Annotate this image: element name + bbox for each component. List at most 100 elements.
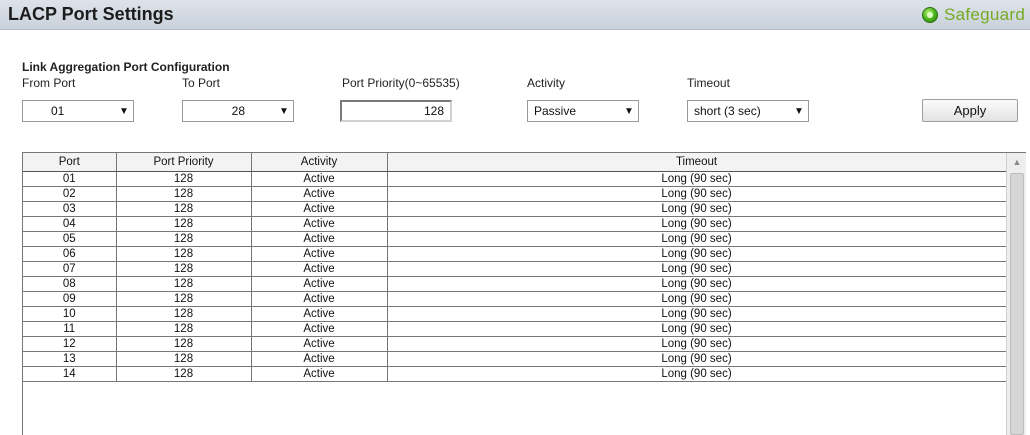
chevron-down-icon: ▼ [279, 105, 289, 117]
table-row: 12 128 Active Long (90 sec) [23, 336, 1007, 352]
activity-cell: Active [251, 336, 388, 352]
activity-value: Passive [534, 104, 577, 118]
table-row: 04 128 Active Long (90 sec) [23, 216, 1007, 232]
activity-cell: Active [251, 261, 388, 277]
chevron-down-icon: ▼ [794, 105, 804, 117]
port-priority-input[interactable] [340, 100, 452, 122]
to-port-label: To Port [182, 76, 221, 90]
port-cell: 12 [23, 336, 117, 352]
safeguard-label: Safeguard [944, 5, 1026, 24]
timeout-cell: Long (90 sec) [387, 216, 1007, 232]
timeout-cell: Long (90 sec) [387, 306, 1007, 322]
table-row: 11 128 Active Long (90 sec) [23, 321, 1007, 337]
port-priority-cell: 128 [116, 216, 252, 232]
activity-cell: Active [251, 321, 388, 337]
table-row: 10 128 Active Long (90 sec) [23, 306, 1007, 322]
from-port-value: 01 [51, 104, 65, 118]
table-scrollbar[interactable]: ▲ [1006, 153, 1026, 435]
port-priority-cell: 128 [116, 231, 252, 247]
timeout-cell: Long (90 sec) [387, 186, 1007, 202]
activity-cell: Active [251, 216, 388, 232]
port-cell: 09 [23, 291, 117, 307]
column-header-port-priority: Port Priority [116, 153, 252, 172]
port-priority-cell: 128 [116, 186, 252, 202]
timeout-cell: Long (90 sec) [387, 276, 1007, 292]
port-priority-cell: 128 [116, 291, 252, 307]
page-title: LACP Port Settings [8, 4, 174, 24]
table-row: 03 128 Active Long (90 sec) [23, 201, 1007, 217]
table-row: 08 128 Active Long (90 sec) [23, 276, 1007, 292]
port-priority-cell: 128 [116, 276, 252, 292]
chevron-down-icon: ▼ [119, 105, 129, 117]
apply-button[interactable]: Apply [922, 99, 1018, 122]
title-bar: LACP Port Settings Safeguard [0, 0, 1030, 30]
port-cell: 01 [23, 171, 117, 187]
activity-select[interactable]: Passive ▼ [527, 100, 639, 122]
table-row: 06 128 Active Long (90 sec) [23, 246, 1007, 262]
port-cell: 02 [23, 186, 117, 202]
timeout-value: short (3 sec) [694, 104, 761, 118]
timeout-cell: Long (90 sec) [387, 171, 1007, 187]
scrollbar-thumb[interactable] [1010, 173, 1024, 435]
status-led-icon [922, 7, 938, 23]
port-cell: 11 [23, 321, 117, 337]
table-row: 09 128 Active Long (90 sec) [23, 291, 1007, 307]
table-row: 01 128 Active Long (90 sec) [23, 171, 1007, 187]
port-cell: 08 [23, 276, 117, 292]
activity-cell: Active [251, 291, 388, 307]
timeout-cell: Long (90 sec) [387, 366, 1007, 382]
port-cell: 04 [23, 216, 117, 232]
from-port-select[interactable]: 01 ▼ [22, 100, 134, 122]
timeout-select[interactable]: short (3 sec) ▼ [687, 100, 809, 122]
timeout-cell: Long (90 sec) [387, 261, 1007, 277]
table-row: 07 128 Active Long (90 sec) [23, 261, 1007, 277]
table-header-row: Port Port Priority Activity Timeout [23, 153, 1007, 172]
scroll-up-arrow-icon[interactable]: ▲ [1007, 153, 1027, 171]
activity-cell: Active [251, 351, 388, 367]
activity-cell: Active [251, 306, 388, 322]
port-priority-cell: 128 [116, 246, 252, 262]
port-cell: 10 [23, 306, 117, 322]
activity-cell: Active [251, 276, 388, 292]
table-row: 02 128 Active Long (90 sec) [23, 186, 1007, 202]
port-priority-cell: 128 [116, 171, 252, 187]
column-header-port: Port [23, 153, 117, 172]
activity-label: Activity [527, 76, 566, 90]
port-priority-cell: 128 [116, 261, 252, 277]
section-title: Link Aggregation Port Configuration [22, 60, 230, 74]
table-row: 14 128 Active Long (90 sec) [23, 366, 1007, 382]
port-priority-cell: 128 [116, 201, 252, 217]
activity-cell: Active [251, 366, 388, 382]
port-cell: 03 [23, 201, 117, 217]
column-header-timeout: Timeout [387, 153, 1007, 172]
table-row: 13 128 Active Long (90 sec) [23, 351, 1007, 367]
port-cell: 13 [23, 351, 117, 367]
to-port-select[interactable]: 28 ▼ [182, 100, 294, 122]
chevron-down-icon: ▼ [624, 105, 634, 117]
timeout-label: Timeout [687, 76, 730, 90]
port-priority-cell: 128 [116, 366, 252, 382]
from-port-label: From Port [22, 76, 76, 90]
timeout-cell: Long (90 sec) [387, 231, 1007, 247]
activity-cell: Active [251, 246, 388, 262]
activity-cell: Active [251, 171, 388, 187]
to-port-value: 28 [231, 104, 245, 118]
activity-cell: Active [251, 231, 388, 247]
port-priority-label: Port Priority(0~65535) [342, 76, 460, 90]
timeout-cell: Long (90 sec) [387, 336, 1007, 352]
timeout-cell: Long (90 sec) [387, 291, 1007, 307]
activity-cell: Active [251, 201, 388, 217]
activity-cell: Active [251, 186, 388, 202]
timeout-cell: Long (90 sec) [387, 201, 1007, 217]
port-cell: 05 [23, 231, 117, 247]
lacp-port-table: Port Port Priority Activity Timeout 01 12… [22, 152, 1026, 435]
port-cell: 07 [23, 261, 117, 277]
port-cell: 14 [23, 366, 117, 382]
port-priority-cell: 128 [116, 306, 252, 322]
port-priority-cell: 128 [116, 336, 252, 352]
port-priority-cell: 128 [116, 351, 252, 367]
safeguard-indicator: Safeguard [922, 5, 1026, 24]
timeout-cell: Long (90 sec) [387, 246, 1007, 262]
port-cell: 06 [23, 246, 117, 262]
timeout-cell: Long (90 sec) [387, 321, 1007, 337]
